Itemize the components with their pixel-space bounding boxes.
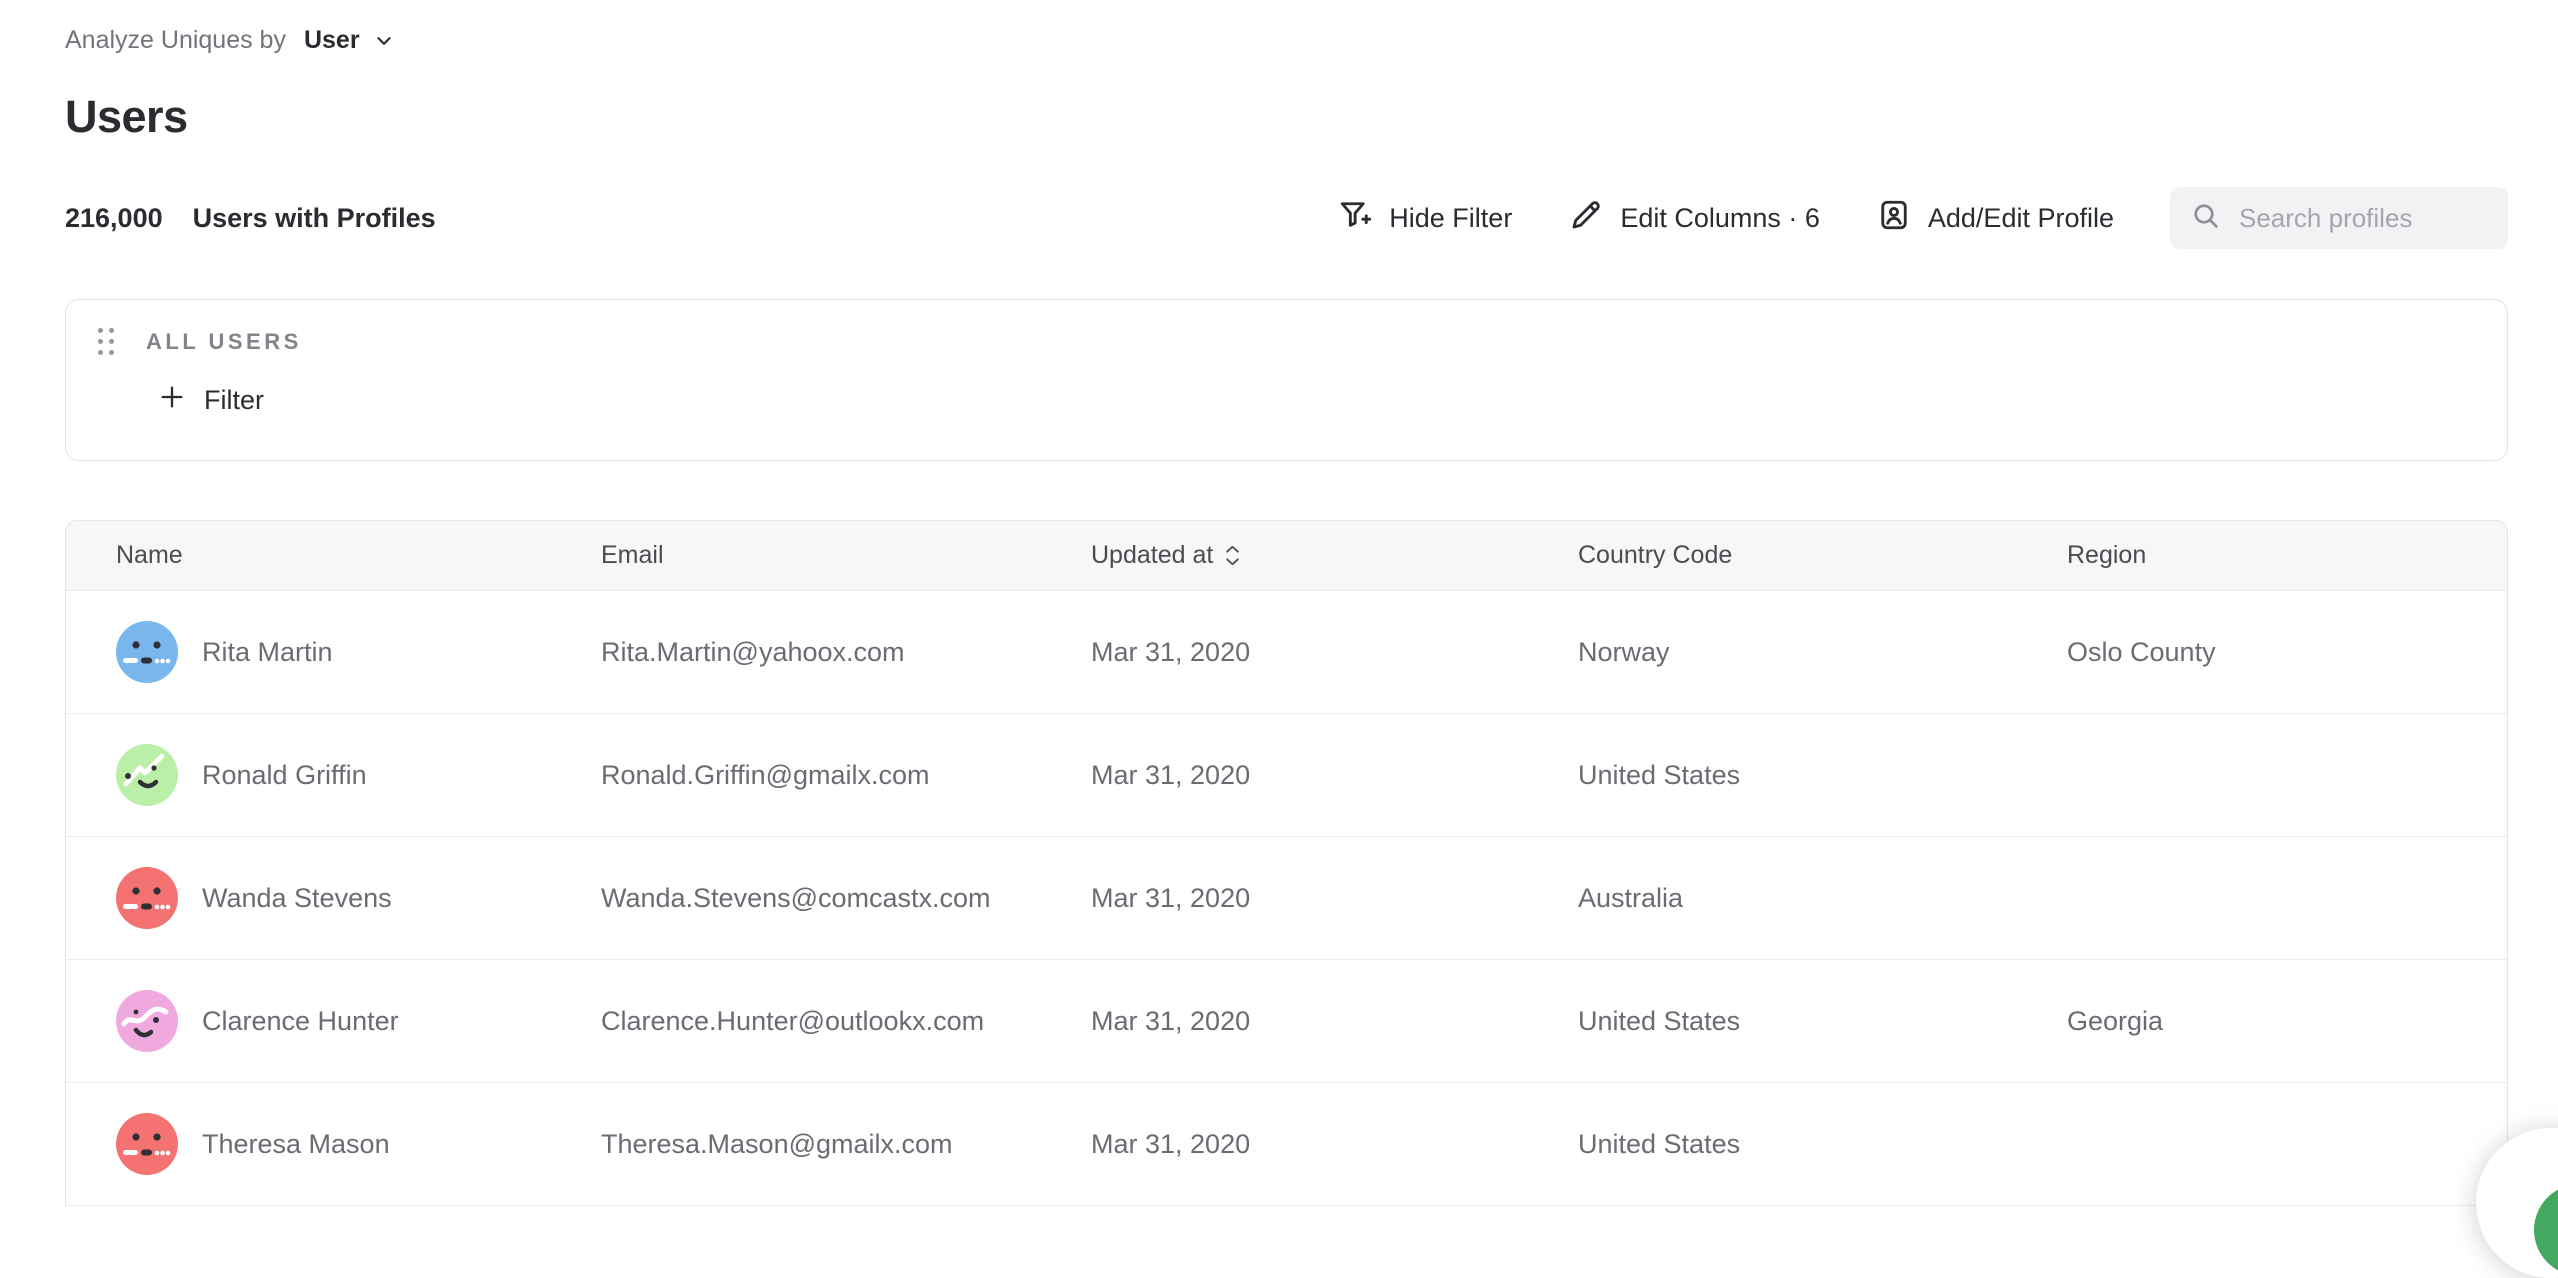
pencil-icon bbox=[1568, 197, 1604, 240]
user-country: United States bbox=[1578, 760, 2067, 791]
filter-panel: ALL USERS Filter bbox=[65, 299, 2508, 461]
user-country: United States bbox=[1578, 1129, 2067, 1160]
column-header-name[interactable]: Name bbox=[116, 541, 601, 570]
user-name[interactable]: Rita Martin bbox=[202, 637, 333, 668]
user-country: Norway bbox=[1578, 637, 2067, 668]
add-edit-profile-label: Add/Edit Profile bbox=[1928, 203, 2114, 234]
user-email: Wanda.Stevens@comcastx.com bbox=[601, 883, 1091, 914]
search-box[interactable] bbox=[2170, 187, 2508, 249]
search-input[interactable] bbox=[2237, 202, 2488, 235]
table-row[interactable]: Theresa Mason Theresa.Mason@gmailx.com M… bbox=[66, 1083, 2507, 1206]
user-updated-at: Mar 31, 2020 bbox=[1091, 1129, 1578, 1160]
user-updated-at: Mar 31, 2020 bbox=[1091, 883, 1578, 914]
analyze-by-label: Analyze Uniques by bbox=[65, 26, 286, 55]
user-name[interactable]: Wanda Stevens bbox=[202, 883, 392, 914]
add-edit-profile-button[interactable]: Add/Edit Profile bbox=[1876, 197, 2114, 240]
avatar bbox=[116, 744, 178, 806]
column-header-updated-at[interactable]: Updated at bbox=[1091, 541, 1578, 570]
filter-group-label: ALL USERS bbox=[146, 329, 302, 355]
avatar bbox=[116, 621, 178, 683]
table-row[interactable]: Rita Martin Rita.Martin@yahoox.com Mar 3… bbox=[66, 591, 2507, 714]
avatar bbox=[116, 867, 178, 929]
user-region: Oslo County bbox=[2067, 637, 2507, 668]
chevron-down-icon[interactable] bbox=[373, 30, 395, 52]
avatar bbox=[116, 1113, 178, 1175]
profiles-count-label: Users with Profiles bbox=[193, 203, 436, 234]
help-fab-icon bbox=[2534, 1184, 2558, 1276]
plus-icon bbox=[158, 383, 186, 418]
avatar bbox=[116, 990, 178, 1052]
user-name[interactable]: Theresa Mason bbox=[202, 1129, 390, 1160]
add-filter-button[interactable]: Filter bbox=[158, 383, 264, 418]
table-row[interactable]: Clarence Hunter Clarence.Hunter@outlookx… bbox=[66, 960, 2507, 1083]
users-page: Analyze Uniques by User Users 216,000 Us… bbox=[0, 26, 2558, 1206]
column-header-email[interactable]: Email bbox=[601, 541, 1091, 570]
user-email: Clarence.Hunter@outlookx.com bbox=[601, 1006, 1091, 1037]
user-email: Ronald.Griffin@gmailx.com bbox=[601, 760, 1091, 791]
sort-icon[interactable] bbox=[1225, 545, 1240, 566]
hide-filter-label: Hide Filter bbox=[1389, 203, 1512, 234]
column-header-updated-at-label: Updated at bbox=[1091, 541, 1213, 570]
stats-toolbar-row: 216,000 Users with Profiles Hide Filter bbox=[65, 187, 2508, 249]
user-updated-at: Mar 31, 2020 bbox=[1091, 760, 1578, 791]
analyze-bar: Analyze Uniques by User bbox=[65, 26, 2508, 55]
drag-handle-icon[interactable] bbox=[98, 328, 114, 355]
edit-columns-button[interactable]: Edit Columns · 6 bbox=[1568, 197, 1820, 240]
toolbar: Hide Filter Edit Columns · 6 bbox=[1337, 187, 2508, 249]
add-filter-label: Filter bbox=[204, 385, 264, 416]
user-name[interactable]: Clarence Hunter bbox=[202, 1006, 399, 1037]
user-updated-at: Mar 31, 2020 bbox=[1091, 1006, 1578, 1037]
table-header-row: Name Email Updated at Country Code Regio… bbox=[66, 521, 2507, 591]
profiles-count: 216,000 bbox=[65, 203, 163, 234]
user-country: United States bbox=[1578, 1006, 2067, 1037]
profile-badge-icon bbox=[1876, 197, 1912, 240]
hide-filter-button[interactable]: Hide Filter bbox=[1337, 197, 1512, 240]
user-updated-at: Mar 31, 2020 bbox=[1091, 637, 1578, 668]
user-email: Theresa.Mason@gmailx.com bbox=[601, 1129, 1091, 1160]
user-email: Rita.Martin@yahoox.com bbox=[601, 637, 1091, 668]
user-country: Australia bbox=[1578, 883, 2067, 914]
user-region: Georgia bbox=[2067, 1006, 2507, 1037]
column-header-region[interactable]: Region bbox=[2067, 541, 2507, 570]
edit-columns-label: Edit Columns · 6 bbox=[1620, 203, 1820, 234]
table-row[interactable]: Wanda Stevens Wanda.Stevens@comcastx.com… bbox=[66, 837, 2507, 960]
column-header-country-code[interactable]: Country Code bbox=[1578, 541, 2067, 570]
users-table: Name Email Updated at Country Code Regio… bbox=[65, 520, 2508, 1206]
table-row[interactable]: Ronald Griffin Ronald.Griffin@gmailx.com… bbox=[66, 714, 2507, 837]
page-title: Users bbox=[65, 91, 2508, 143]
analyze-by-selector[interactable]: User bbox=[304, 26, 360, 55]
user-name[interactable]: Ronald Griffin bbox=[202, 760, 367, 791]
funnel-plus-icon bbox=[1337, 197, 1373, 240]
filter-group-row: ALL USERS bbox=[98, 328, 2507, 355]
search-icon bbox=[2190, 200, 2222, 237]
